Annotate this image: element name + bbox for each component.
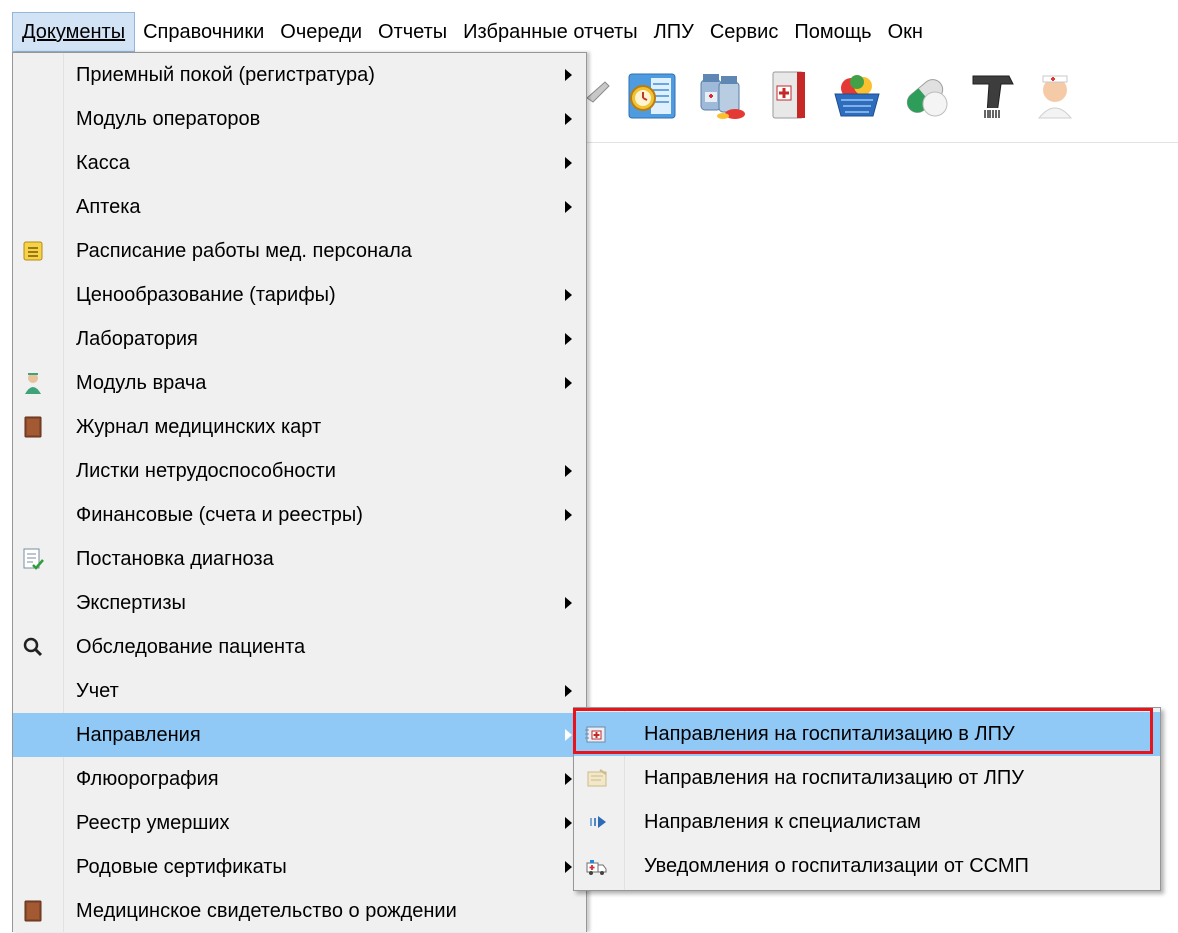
menu-help[interactable]: Помощь	[786, 12, 879, 52]
menu-item-deaths-registry[interactable]: Реестр умерших	[13, 801, 586, 845]
menu-item-label: Модуль врача	[76, 372, 207, 394]
submenu-arrow-icon	[565, 289, 572, 301]
menu-item-pricing[interactable]: Ценообразование (тарифы)	[13, 273, 586, 317]
menu-item-label: Медицинское свидетельство о рождении	[76, 900, 457, 922]
menu-item-admission[interactable]: Приемный покой (регистратура)	[13, 53, 586, 97]
submenu-item-label: Уведомления о госпитализации от ССМП	[644, 855, 1029, 877]
menu-item-fluorography[interactable]: Флюорография	[13, 757, 586, 801]
capsule-icon[interactable]	[897, 68, 953, 124]
menu-item-label: Касса	[76, 152, 130, 174]
referrals-submenu: Направления на госпитализацию в ЛПУ Напр…	[573, 707, 1161, 891]
book-icon	[24, 416, 42, 438]
schedule-icon	[23, 241, 43, 261]
medical-folder-icon[interactable]	[761, 68, 817, 124]
menu-item-label: Флюорография	[76, 768, 219, 790]
hospital-referral-in-icon	[585, 726, 606, 743]
submenu-item-hospitalization-to-lpu[interactable]: Направления на госпитализацию в ЛПУ	[574, 712, 1160, 756]
diagnosis-icon	[23, 548, 44, 570]
nurse-icon[interactable]	[1033, 68, 1073, 124]
submenu-arrow-icon	[565, 685, 572, 697]
menu-windows[interactable]: Окн	[880, 12, 931, 52]
menu-item-label: Родовые сертификаты	[76, 856, 287, 878]
menu-item-label: Модуль операторов	[76, 108, 261, 130]
menu-item-cash[interactable]: Касса	[13, 141, 586, 185]
menu-item-label: Экспертизы	[76, 592, 186, 614]
menu-documents[interactable]: Документы	[12, 12, 136, 52]
menu-item-expertise[interactable]: Экспертизы	[13, 581, 586, 625]
menu-lpu[interactable]: ЛПУ	[646, 12, 702, 52]
submenu-arrow-icon	[565, 69, 572, 81]
menu-item-label: Аптека	[76, 196, 141, 218]
syringe-icon[interactable]	[585, 68, 611, 124]
menu-item-label: Приемный покой (регистратура)	[76, 64, 375, 86]
menubar: Документы Справочники Очереди Отчеты Изб…	[0, 12, 1178, 52]
menu-item-operators[interactable]: Модуль операторов	[13, 97, 586, 141]
documents-menu: Приемный покой (регистратура) Модуль опе…	[12, 52, 587, 932]
doctor-icon	[25, 373, 41, 394]
medicine-bottles-icon[interactable]	[693, 68, 749, 124]
menu-queues[interactable]: Очереди	[272, 12, 370, 52]
menu-item-finance[interactable]: Финансовые (счета и реестры)	[13, 493, 586, 537]
submenu-arrow-icon	[565, 113, 572, 125]
submenu-arrow-icon	[565, 773, 572, 785]
menu-item-doctor-module[interactable]: Модуль врача	[13, 361, 586, 405]
menu-item-label: Лаборатория	[76, 328, 198, 350]
menu-item-patient-examination[interactable]: Обследование пациента	[13, 625, 586, 669]
title-dots	[340, 0, 900, 3]
submenu-item-label: Направления на госпитализацию в ЛПУ	[644, 723, 1015, 745]
submenu-arrow-icon	[565, 861, 572, 873]
specialist-arrow-icon	[590, 816, 606, 828]
menu-item-referrals[interactable]: Направления	[13, 713, 586, 757]
submenu-arrow-icon	[565, 201, 572, 213]
submenu-item-specialists[interactable]: Направления к специалистам	[574, 800, 1160, 844]
menu-item-label: Постановка диагноза	[76, 548, 274, 570]
menu-item-label: Листки нетрудоспособности	[76, 460, 336, 482]
submenu-item-label: Направления на госпитализацию от ЛПУ	[644, 767, 1024, 789]
submenu-arrow-icon	[565, 729, 572, 741]
menu-item-label: Расписание работы мед. персонала	[76, 240, 412, 262]
menu-item-label: Обследование пациента	[76, 636, 306, 658]
submenu-arrow-icon	[565, 377, 572, 389]
window-title-strip	[0, 0, 1178, 12]
submenu-arrow-icon	[565, 465, 572, 477]
search-icon	[23, 637, 43, 657]
menu-item-label: Реестр умерших	[76, 812, 230, 834]
ambulance-icon	[586, 860, 607, 875]
menu-favorite-reports[interactable]: Избранные отчеты	[455, 12, 645, 52]
menu-directories[interactable]: Справочники	[135, 12, 272, 52]
barcode-scanner-icon[interactable]	[965, 68, 1021, 124]
submenu-arrow-icon	[565, 817, 572, 829]
menu-item-label: Учет	[76, 680, 119, 702]
menu-item-label: Журнал медицинских карт	[76, 416, 322, 438]
menu-service[interactable]: Сервис	[702, 12, 787, 52]
menu-item-accounting[interactable]: Учет	[13, 669, 586, 713]
submenu-item-ambulance-notifications[interactable]: Уведомления о госпитализации от ССМП	[574, 844, 1160, 888]
menu-item-pharmacy[interactable]: Аптека	[13, 185, 586, 229]
menu-item-laboratory[interactable]: Лаборатория	[13, 317, 586, 361]
menu-reports[interactable]: Отчеты	[370, 12, 455, 52]
submenu-item-hospitalization-from-lpu[interactable]: Направления на госпитализацию от ЛПУ	[574, 756, 1160, 800]
menu-item-medical-cards-journal[interactable]: Журнал медицинских карт	[13, 405, 586, 449]
journal-clock-icon[interactable]	[625, 68, 681, 124]
submenu-arrow-icon	[565, 509, 572, 521]
submenu-arrow-icon	[565, 333, 572, 345]
toolbar	[585, 52, 1178, 143]
menu-item-diagnosis[interactable]: Постановка диагноза	[13, 537, 586, 581]
menu-item-label: Направления	[76, 724, 201, 746]
menu-item-medical-birth-certificate[interactable]: Медицинское свидетельство о рождении	[13, 889, 586, 933]
basket-pills-icon[interactable]	[829, 68, 885, 124]
menu-item-label: Финансовые (счета и реестры)	[76, 504, 363, 526]
menu-item-schedule[interactable]: Расписание работы мед. персонала	[13, 229, 586, 273]
submenu-item-label: Направления к специалистам	[644, 811, 921, 833]
menu-item-sick-leave[interactable]: Листки нетрудоспособности	[13, 449, 586, 493]
book-icon	[24, 900, 42, 922]
hospital-referral-out-icon	[587, 769, 607, 787]
submenu-arrow-icon	[565, 157, 572, 169]
menu-item-birth-certificates[interactable]: Родовые сертификаты	[13, 845, 586, 889]
menu-item-label: Ценообразование (тарифы)	[76, 284, 336, 306]
submenu-arrow-icon	[565, 597, 572, 609]
